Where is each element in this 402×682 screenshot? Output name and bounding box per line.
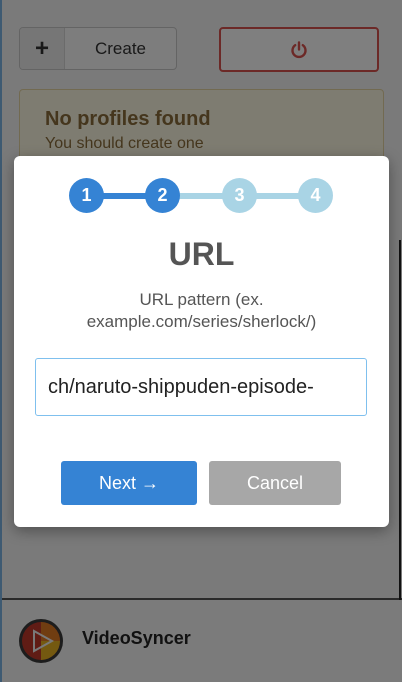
cancel-button[interactable]: Cancel — [209, 461, 341, 505]
step-2: 2 — [145, 178, 180, 213]
backdrop-edge-left — [0, 0, 2, 682]
step-1-label: 1 — [81, 185, 92, 205]
wizard-step-title: URL — [168, 236, 235, 272]
wizard-step-description: URL pattern (ex. example.com/series/sher… — [86, 290, 317, 331]
step-1: 1 — [69, 178, 104, 213]
backdrop-edge-right — [399, 240, 401, 600]
step-3: 3 — [222, 178, 257, 213]
next-button[interactable]: Next → — [61, 461, 197, 505]
wizard-stepper: 1 2 3 4 — [69, 178, 333, 213]
create-profile-wizard: 1 2 3 4 URL URL pattern (ex. example.com… — [14, 156, 389, 527]
step-4: 4 — [298, 178, 333, 213]
step-3-label: 3 — [234, 185, 245, 205]
step-4-label: 4 — [310, 185, 321, 205]
url-pattern-input[interactable] — [35, 358, 367, 416]
step-2-label: 2 — [157, 185, 168, 205]
